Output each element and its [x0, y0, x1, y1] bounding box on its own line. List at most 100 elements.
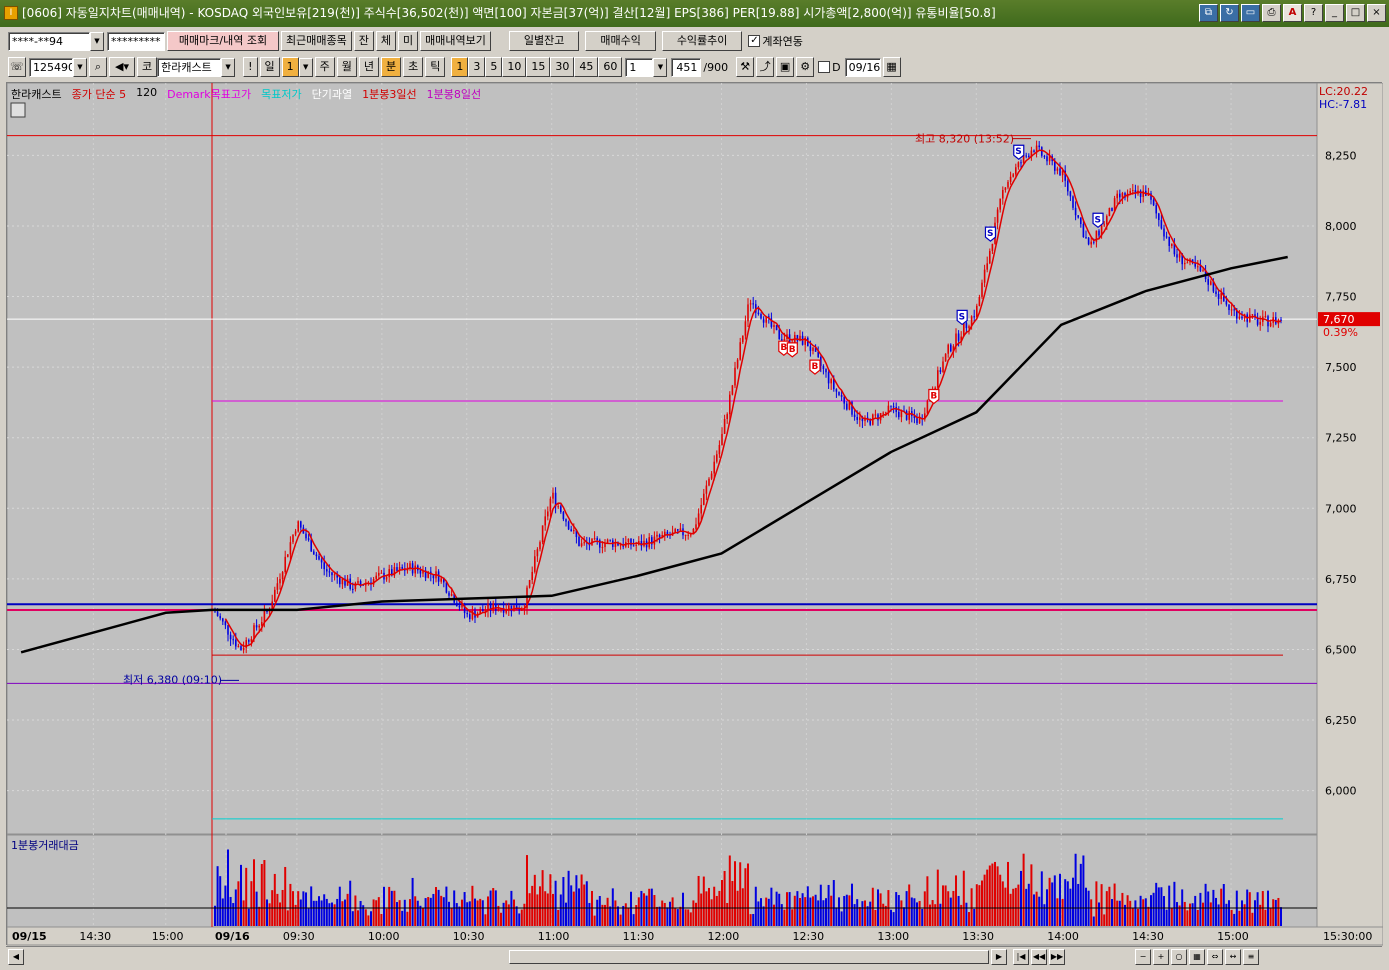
- candle-body: [1168, 236, 1170, 246]
- count-dropdown-icon[interactable]: ▼: [653, 57, 668, 77]
- recent-trades-button[interactable]: 최근매매종목: [281, 31, 352, 51]
- volume-bar: [822, 900, 825, 926]
- volume-bar: [978, 885, 981, 926]
- candle-body: [838, 391, 840, 395]
- save-icon[interactable]: ▣: [776, 57, 795, 77]
- candle-body: [521, 609, 523, 611]
- help-icon[interactable]: ?: [1304, 4, 1323, 22]
- legend-item[interactable]: 1분봉8일선: [427, 86, 481, 102]
- scroll-right-icon[interactable]: ▶: [991, 948, 1007, 965]
- price-chart[interactable]: 8,250 8,000 7,750 7,500 7,250 7,000 6,750 6,500…: [7, 83, 1383, 946]
- phone-icon[interactable]: ☏: [8, 57, 26, 77]
- chart-area[interactable]: 8,250 8,000 7,750 7,500 7,250 7,000 6,750 6,500…: [6, 82, 1383, 946]
- candle-body: [219, 616, 221, 619]
- grid-icon[interactable]: ▦: [1189, 948, 1205, 965]
- code-dropdown-icon[interactable]: ▼: [73, 57, 87, 77]
- account-input[interactable]: ****-**94: [8, 31, 90, 51]
- link-icon[interactable]: ⧉: [1199, 4, 1218, 22]
- legend-item[interactable]: 120: [136, 86, 157, 102]
- horizontal-scrollbar[interactable]: ◀ ▶ |◀ ◀◀ ▶▶ − + ○ ▦ ⇔ ↔ ≡: [6, 946, 1382, 966]
- volume-bar: [572, 891, 575, 926]
- volume-bar: [619, 914, 622, 926]
- menu-icon[interactable]: ≡: [1243, 948, 1259, 965]
- font-size-icon[interactable]: A: [1283, 4, 1302, 22]
- close-icon[interactable]: ×: [1367, 4, 1386, 22]
- speaker-icon[interactable]: ◀▾: [109, 57, 135, 77]
- stock-code-input[interactable]: 125490: [29, 57, 73, 77]
- prev-page-icon[interactable]: ◀◀: [1031, 948, 1047, 965]
- legend-item[interactable]: 목표저가: [261, 86, 301, 102]
- bars-input[interactable]: 451: [671, 57, 702, 77]
- period-tick-button[interactable]: 틱: [425, 57, 446, 77]
- period-week-button[interactable]: 주: [314, 57, 335, 77]
- period-value[interactable]: 1: [281, 57, 299, 77]
- expand-icon[interactable]: ↔: [1225, 948, 1241, 965]
- trade-history-button[interactable]: 매매내역보기: [420, 31, 491, 51]
- d-checkbox[interactable]: [818, 61, 831, 73]
- period-minute-button[interactable]: 분: [381, 57, 402, 77]
- market-button[interactable]: 코: [137, 57, 158, 77]
- zoom-out-icon[interactable]: −: [1135, 948, 1151, 965]
- interval-button[interactable]: 60: [598, 57, 623, 77]
- candle-body: [565, 519, 567, 522]
- candle-body: [274, 589, 276, 602]
- calendar-icon[interactable]: ▦: [882, 57, 901, 77]
- interval-button[interactable]: 30: [550, 57, 575, 77]
- interval-button[interactable]: 1: [451, 57, 469, 77]
- scroll-left-icon[interactable]: ◀: [8, 948, 24, 965]
- legend-item[interactable]: 단기과열: [312, 86, 352, 102]
- trade-profit-button[interactable]: 매매수익: [585, 31, 656, 51]
- volume-bar: [1209, 902, 1212, 926]
- count-select[interactable]: 1: [625, 57, 654, 77]
- first-page-icon[interactable]: |◀: [1013, 948, 1029, 965]
- interval-button[interactable]: 10: [502, 57, 527, 77]
- period-month-button[interactable]: 월: [336, 57, 357, 77]
- account-dropdown-icon[interactable]: ▼: [90, 31, 104, 51]
- period-dropdown-icon[interactable]: ▼: [298, 57, 313, 77]
- daily-balance-button[interactable]: 일별잔고: [508, 31, 580, 51]
- filled-button[interactable]: 체: [375, 31, 396, 51]
- name-dropdown-icon[interactable]: ▼: [221, 57, 236, 77]
- legend-item[interactable]: 1분봉3일선: [362, 86, 416, 102]
- period-day-button[interactable]: 일: [259, 57, 280, 77]
- profit-trend-button[interactable]: 수익률추이: [661, 31, 743, 51]
- volume-bar: [731, 880, 734, 926]
- period-second-button[interactable]: 초: [403, 57, 424, 77]
- window-icon[interactable]: ▭: [1241, 4, 1260, 22]
- scroll-thumb[interactable]: [509, 949, 989, 964]
- volume-bar: [216, 866, 219, 926]
- trade-mark-button[interactable]: 매매마크/내역 조회: [167, 31, 279, 51]
- print-icon[interactable]: ⎙: [1262, 4, 1281, 22]
- interval-button[interactable]: 15: [526, 57, 551, 77]
- maximize-icon[interactable]: □: [1346, 4, 1365, 22]
- time-tick-label: 14:30: [1132, 930, 1164, 943]
- chart-tool-icon[interactable]: ⚒: [736, 57, 755, 77]
- search-icon[interactable]: ⌕: [89, 57, 107, 77]
- balance-button[interactable]: 잔: [353, 31, 374, 51]
- volume-bar: [723, 870, 726, 926]
- period-year-button[interactable]: 년: [358, 57, 380, 77]
- password-input[interactable]: *********: [107, 31, 165, 51]
- minimize-icon[interactable]: _: [1325, 4, 1344, 22]
- account-link-checkbox[interactable]: ✓: [748, 35, 761, 47]
- interval-button[interactable]: 5: [485, 57, 503, 77]
- candle-body: [679, 528, 682, 531]
- settings-icon[interactable]: ⚙: [796, 57, 815, 77]
- legend-item[interactable]: 한라캐스트: [11, 86, 62, 102]
- legend-item[interactable]: 종가 단순 5: [72, 86, 126, 102]
- interval-button[interactable]: 45: [574, 57, 599, 77]
- interval-button[interactable]: 3: [468, 57, 486, 77]
- candle-body: [999, 198, 1001, 210]
- alert-button[interactable]: !: [243, 57, 258, 77]
- legend-item[interactable]: Demark목표고가: [167, 86, 251, 102]
- unfilled-button[interactable]: 미: [397, 31, 419, 51]
- zoom-in-icon[interactable]: +: [1153, 948, 1169, 965]
- date-input[interactable]: 09/16: [844, 57, 881, 77]
- refresh-icon[interactable]: ↻: [1220, 4, 1239, 22]
- candle-body: [1207, 279, 1209, 285]
- zoom-reset-icon[interactable]: ○: [1171, 948, 1187, 965]
- line-chart-icon[interactable]: ⤴: [756, 57, 775, 77]
- next-page-icon[interactable]: ▶▶: [1049, 948, 1065, 965]
- volume-bar: [479, 898, 482, 926]
- compress-icon[interactable]: ⇔: [1207, 948, 1223, 965]
